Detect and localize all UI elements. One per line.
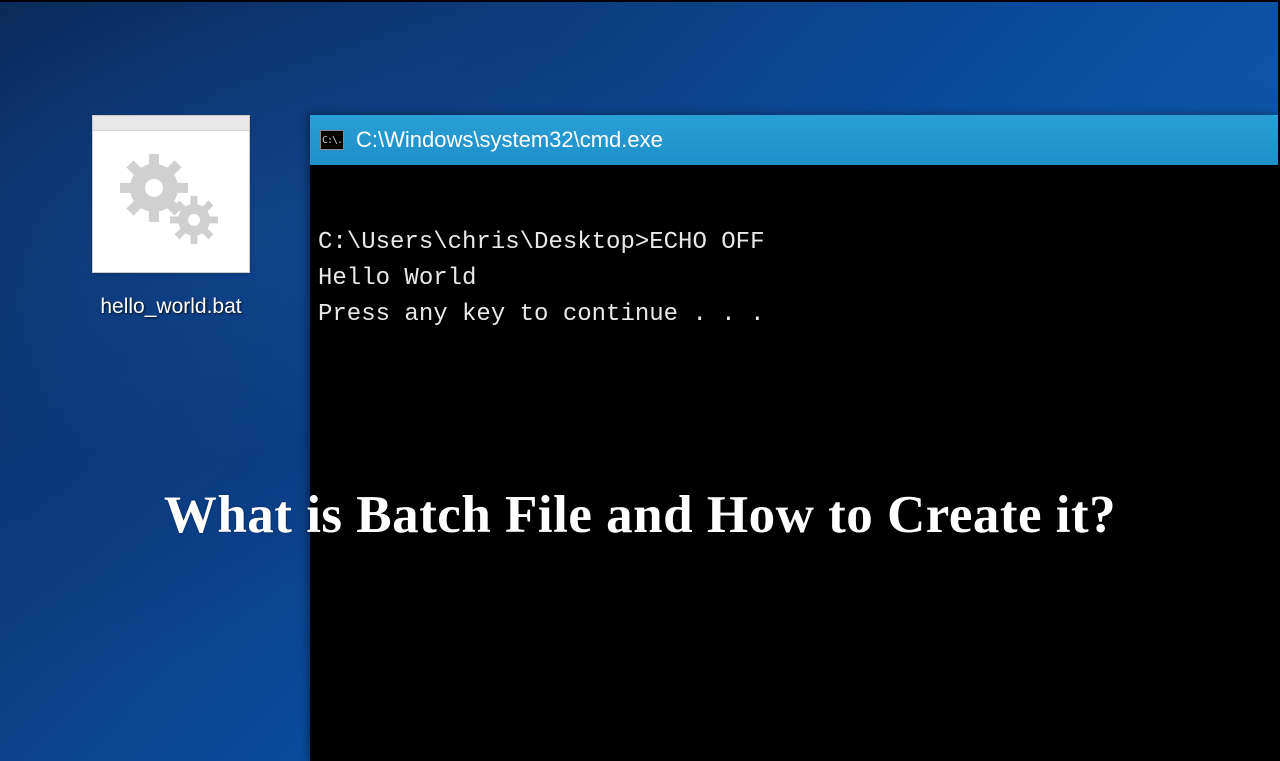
cmd-line-1: C:\Users\chris\Desktop>ECHO OFF — [318, 225, 1270, 261]
cmd-title: C:\Windows\system32\cmd.exe — [356, 127, 663, 153]
gears-icon — [116, 150, 226, 255]
file-thumbnail — [92, 115, 250, 273]
frame-border-top — [0, 0, 1280, 2]
cmd-line-3: Press any key to continue . . . — [318, 297, 1270, 333]
file-label: hello_world.bat — [92, 295, 250, 319]
cmd-line-2: Hello World — [318, 261, 1270, 297]
cmd-icon: C:\. — [320, 130, 344, 150]
cmd-window[interactable]: C:\. C:\Windows\system32\cmd.exe C:\User… — [310, 115, 1278, 761]
headline-text: What is Batch File and How to Create it? — [0, 485, 1280, 545]
cmd-body[interactable]: C:\Users\chris\Desktop>ECHO OFF Hello Wo… — [310, 165, 1278, 341]
desktop-file-icon[interactable]: hello_world.bat — [92, 115, 250, 319]
cmd-titlebar[interactable]: C:\. C:\Windows\system32\cmd.exe — [310, 115, 1278, 165]
